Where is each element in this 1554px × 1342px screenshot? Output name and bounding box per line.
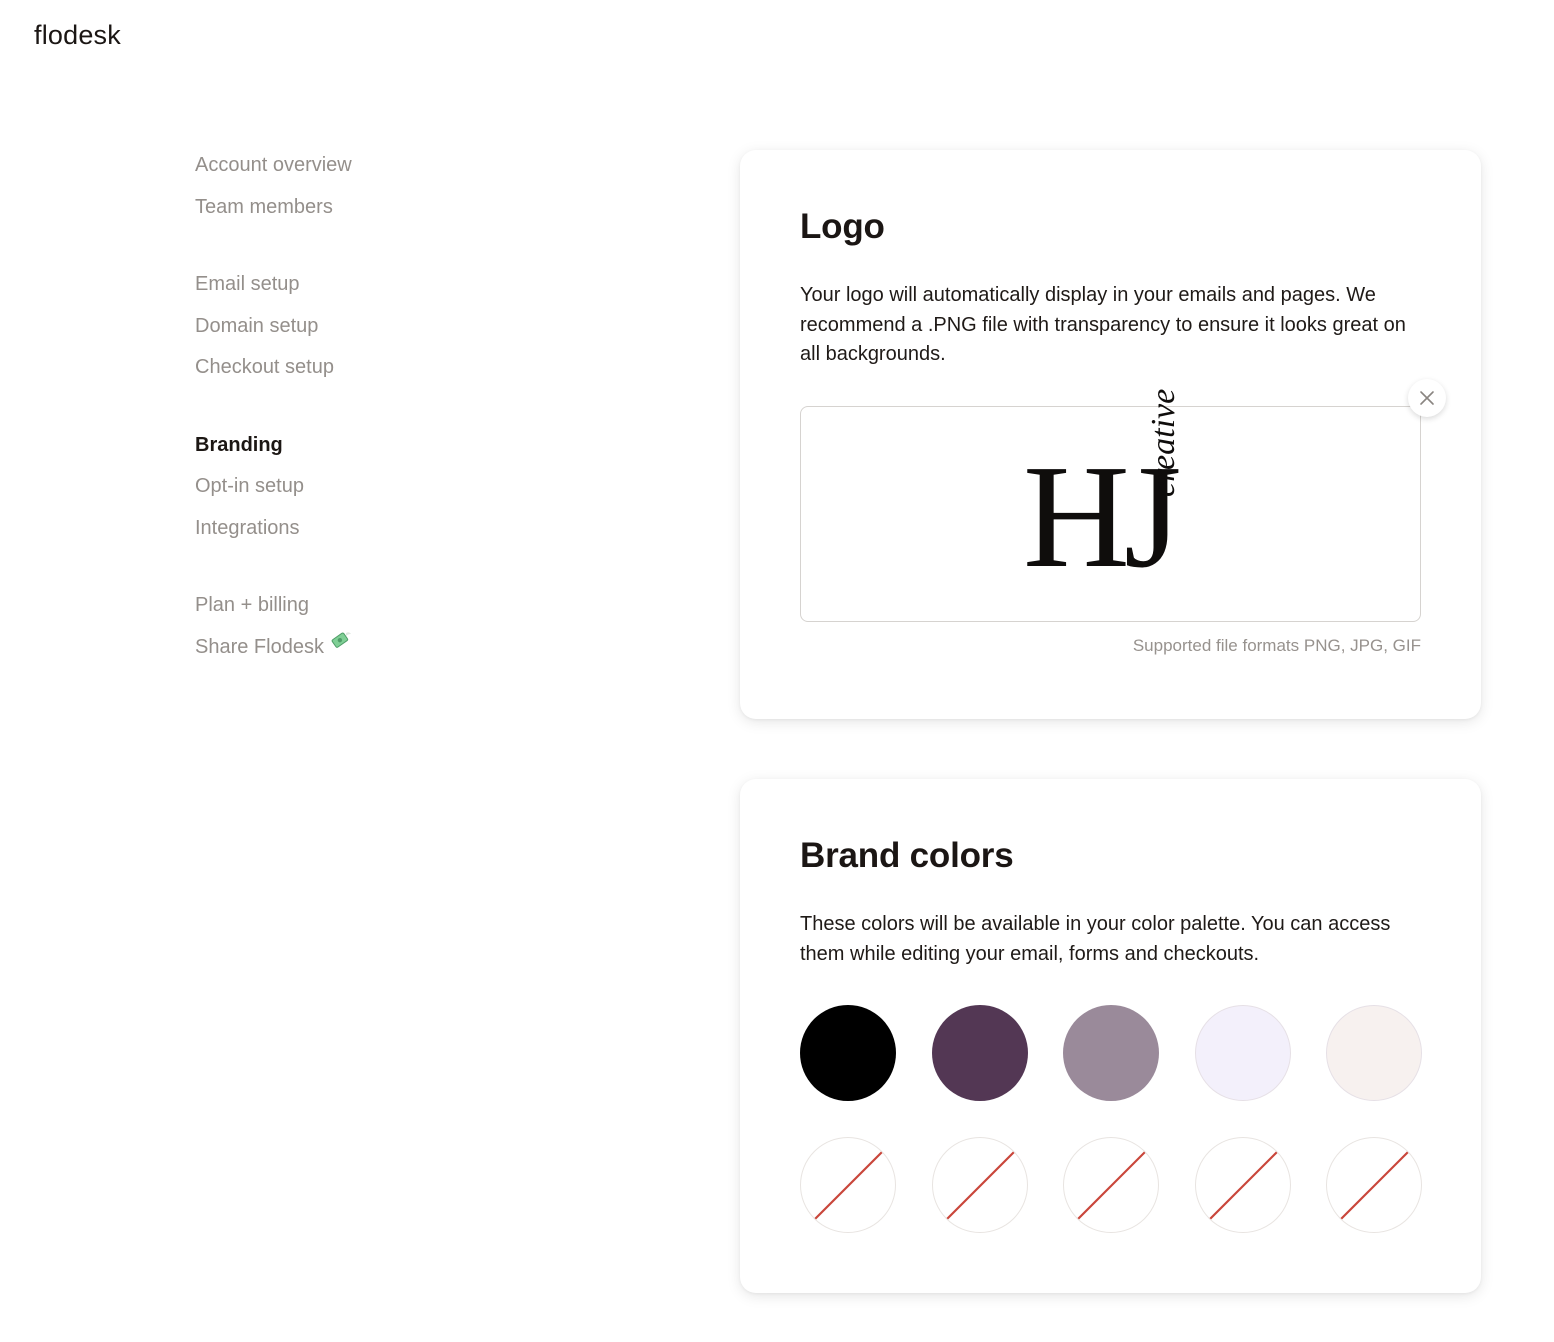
sidebar-item-checkout-setup[interactable]: Checkout setup: [195, 352, 455, 394]
sidebar-item-opt-in-setup[interactable]: Opt-in setup: [195, 471, 455, 513]
logo-card: Logo Your logo will automatically displa…: [740, 150, 1481, 719]
app-logo[interactable]: flodesk: [34, 20, 121, 51]
no-color-icon: [1340, 1150, 1410, 1220]
settings-sidebar: Account overview Team members Email setu…: [195, 150, 455, 709]
nav-group-billing: Plan + billing Share Flodesk: [195, 590, 455, 673]
brand-colors-description: These colors will be available in your c…: [800, 913, 1391, 965]
brand-colors-card: Brand colors These colors will be availa…: [740, 779, 1481, 1293]
money-with-wings-icon: [330, 629, 352, 661]
brand-colors-title: Brand colors: [800, 836, 1014, 875]
color-swatch[interactable]: [931, 1005, 1028, 1101]
empty-color-slot[interactable]: [800, 1137, 896, 1233]
color-swatch-grid: [800, 1005, 1422, 1269]
empty-color-slot[interactable]: [1063, 1137, 1159, 1233]
logo-script-text: creative: [1145, 388, 1182, 497]
close-icon: [1420, 391, 1434, 405]
filled-swatch-row: [800, 1005, 1422, 1101]
nav-group-brand: Branding Opt-in setup Integrations: [195, 430, 455, 555]
logo-section-title: Logo: [800, 207, 885, 246]
supported-formats-note: Supported file formats PNG, JPG, GIF: [1132, 636, 1421, 655]
sidebar-item-account-overview[interactable]: Account overview: [195, 150, 455, 192]
sidebar-item-team-members[interactable]: Team members: [195, 192, 455, 234]
sidebar-item-label: Share Flodesk: [195, 635, 324, 658]
no-color-icon: [1208, 1150, 1279, 1220]
nav-group-account: Account overview Team members: [195, 150, 455, 233]
sidebar-item-share-flodesk[interactable]: Share Flodesk: [195, 632, 455, 674]
logo-section-description: Your logo will automatically display in …: [800, 284, 1406, 365]
sidebar-item-integrations[interactable]: Integrations: [195, 513, 455, 555]
sidebar-item-plan-billing[interactable]: Plan + billing: [195, 590, 455, 632]
empty-color-slot[interactable]: [1326, 1137, 1422, 1233]
no-color-icon: [945, 1150, 1016, 1220]
sidebar-item-email-setup[interactable]: Email setup: [195, 269, 455, 311]
nav-group-setup: Email setup Domain setup Checkout setup: [195, 269, 455, 394]
uploaded-logo-image: HJ creative: [1023, 389, 1203, 591]
color-swatch[interactable]: [1194, 1005, 1291, 1101]
empty-color-slot[interactable]: [931, 1137, 1028, 1233]
empty-color-slot[interactable]: [1194, 1137, 1291, 1233]
logo-upload-area[interactable]: HJ creative: [800, 389, 1421, 622]
remove-logo-button[interactable]: [1408, 379, 1446, 417]
color-swatch[interactable]: [1326, 1005, 1422, 1101]
no-color-icon: [1077, 1150, 1147, 1220]
empty-swatch-row: [800, 1137, 1422, 1233]
sidebar-item-domain-setup[interactable]: Domain setup: [195, 311, 455, 353]
no-color-icon: [814, 1150, 884, 1220]
color-swatch[interactable]: [1063, 1005, 1159, 1101]
color-swatch[interactable]: [800, 1005, 896, 1101]
sidebar-item-branding[interactable]: Branding: [195, 430, 455, 472]
